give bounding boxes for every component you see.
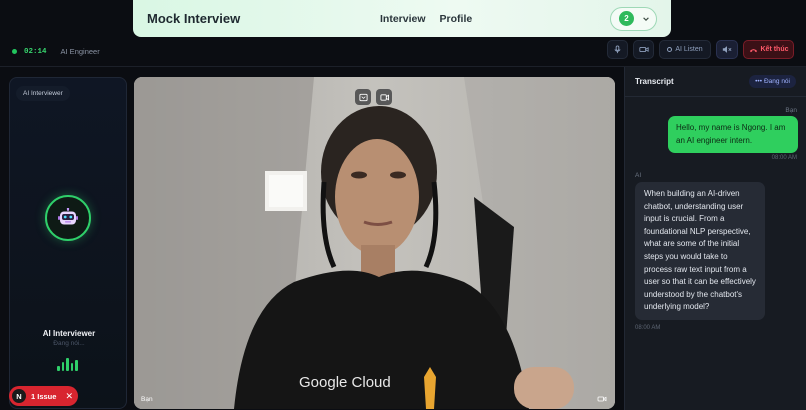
nav-link-interview[interactable]: Interview bbox=[380, 13, 426, 25]
top-navbar: Mock Interview Interview Profile 2 bbox=[133, 0, 671, 37]
listen-status-icon bbox=[667, 47, 673, 52]
camera-switch-icon bbox=[379, 93, 389, 101]
issue-indicator[interactable]: N 1 Issue ✕ bbox=[9, 386, 78, 406]
video-owner-label: Bạn bbox=[141, 396, 153, 403]
video-overlay-controls bbox=[355, 89, 392, 105]
nav-links: Interview Profile bbox=[380, 13, 472, 25]
microphone-icon bbox=[614, 45, 621, 54]
transcript-status-text: Đang nói bbox=[763, 78, 790, 85]
nav-link-profile[interactable]: Profile bbox=[440, 13, 473, 25]
transcript-status-badge: ••• Đang nói bbox=[749, 75, 796, 88]
svg-text:Google Cloud: Google Cloud bbox=[299, 374, 391, 391]
ai-listen-button[interactable]: AI Listen bbox=[659, 40, 711, 59]
interview-role: AI Engineer bbox=[60, 47, 100, 56]
phone-hangup-icon bbox=[749, 48, 757, 52]
session-timer: 02:14 bbox=[24, 47, 47, 56]
audio-wave-indicator bbox=[57, 357, 78, 371]
message-speaker: AI bbox=[635, 172, 642, 179]
ai-speaking-status: Đang nói... bbox=[53, 340, 85, 347]
ai-interviewer-panel: AI Interviewer AI Interviewer Đang nói..… bbox=[9, 77, 127, 409]
typing-dots-icon: ••• bbox=[755, 78, 762, 85]
message-time: 08:00 AM bbox=[635, 325, 661, 331]
video-camera-icon bbox=[597, 396, 607, 402]
transcript-title: Transcript bbox=[635, 77, 674, 86]
brand-title: Mock Interview bbox=[147, 11, 241, 26]
robot-icon bbox=[58, 208, 78, 225]
webcam-image: Google Cloud bbox=[134, 77, 615, 409]
camera-button[interactable] bbox=[633, 40, 654, 59]
ai-panel-chip: AI Interviewer bbox=[16, 86, 70, 101]
end-interview-button[interactable]: Kết thúc bbox=[743, 40, 794, 59]
end-interview-label: Kết thúc bbox=[760, 46, 789, 53]
speaker-mute-button[interactable] bbox=[716, 40, 738, 59]
ai-message-bubble: When building an AI-driven chatbot, unde… bbox=[635, 182, 765, 320]
app-root: Mock Interview Interview Profile 2 02:14… bbox=[0, 0, 806, 410]
user-message-bubble: Hello, my name is Ngong. I am an AI engi… bbox=[668, 116, 798, 154]
microphone-button[interactable] bbox=[607, 40, 628, 59]
close-icon[interactable]: ✕ bbox=[65, 391, 73, 402]
switch-camera-button[interactable] bbox=[376, 89, 392, 105]
recording-indicator bbox=[12, 49, 17, 54]
chevron-down-icon bbox=[643, 16, 649, 21]
message-speaker: Bạn bbox=[785, 107, 797, 114]
issue-logo: N bbox=[12, 389, 26, 403]
session-status-bar: 02:14 AI Engineer AI Listen Kết thúc bbox=[0, 37, 806, 67]
fullscreen-icon bbox=[358, 93, 368, 101]
message-time: 08:00 AM bbox=[771, 155, 797, 161]
speaker-muted-icon bbox=[722, 46, 732, 53]
user-badge: 2 bbox=[619, 11, 634, 26]
call-controls: AI Listen Kết thúc bbox=[607, 40, 794, 59]
ai-listen-label: AI Listen bbox=[675, 46, 703, 53]
transcript-header: Transcript ••• Đang nói bbox=[625, 67, 806, 97]
transcript-panel: Transcript ••• Đang nói Bạn Hello, my na… bbox=[624, 67, 806, 410]
user-menu-button[interactable]: 2 bbox=[610, 6, 657, 31]
ai-interviewer-name: AI Interviewer bbox=[42, 329, 96, 338]
ai-avatar bbox=[45, 195, 91, 241]
user-video-feed: Google Cloud Bạn bbox=[134, 77, 615, 409]
fullscreen-button[interactable] bbox=[355, 89, 371, 105]
video-camera-icon bbox=[638, 47, 649, 52]
issue-count-label: 1 Issue bbox=[31, 391, 57, 401]
